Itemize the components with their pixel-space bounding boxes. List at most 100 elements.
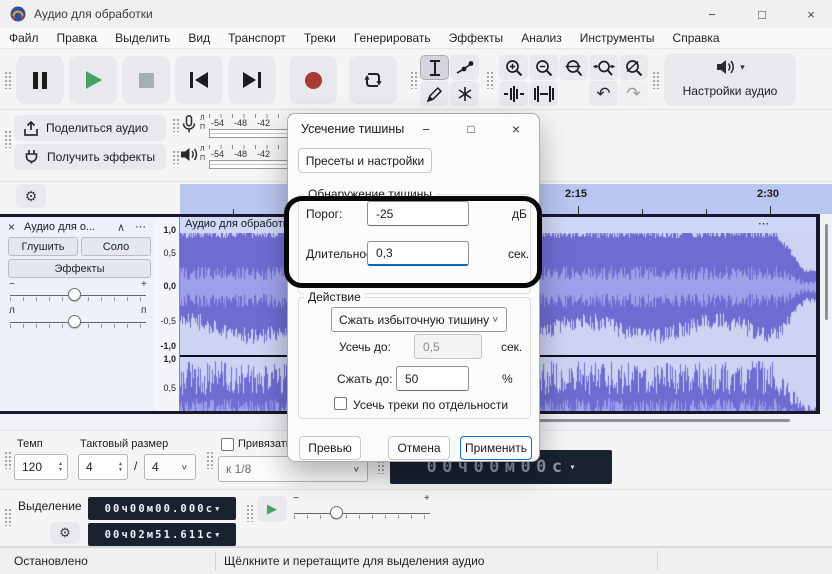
preview-button[interactable]: Превью (299, 436, 361, 460)
fit-selection-button[interactable] (559, 55, 588, 80)
presets-settings-button[interactable]: Пресеты и настройки (298, 148, 432, 173)
transport-grip[interactable] (4, 71, 12, 89)
skip-start-icon (190, 72, 208, 88)
track-panel-title[interactable]: Аудио для о... (24, 221, 95, 233)
spin-down-icon[interactable]: ▼ (58, 467, 63, 473)
independent-tracks-checkbox[interactable] (334, 397, 347, 410)
menu-edit[interactable]: Правка (48, 31, 107, 45)
dropdown-icon[interactable]: ▼ (215, 531, 219, 539)
plug-icon (25, 150, 38, 164)
caret-down-icon[interactable]: ▾ (570, 462, 576, 473)
clip-menu-icon[interactable]: ⋯ (758, 217, 770, 230)
tools-grip[interactable] (410, 71, 418, 89)
pan-slider-thumb[interactable] (68, 315, 81, 328)
snap-checkbox[interactable] (221, 438, 234, 451)
speed-slider-track[interactable] (294, 513, 430, 514)
gain-slider-thumb[interactable] (68, 288, 81, 301)
audio-setup-grip[interactable] (652, 71, 660, 89)
envelope-tool-button[interactable] (450, 55, 479, 80)
track-close-icon[interactable]: × (8, 220, 15, 234)
play-at-speed-grip[interactable] (246, 504, 254, 522)
selection-label: Выделение (18, 499, 82, 513)
menu-bar: Файл Правка Выделить Вид Транспорт Треки… (0, 28, 832, 49)
spin-down-icon[interactable]: ▼ (118, 467, 123, 473)
menu-tracks[interactable]: Треки (295, 31, 345, 45)
dialog-maximize-button[interactable]: □ (453, 116, 489, 142)
compress-to-input[interactable]: 50 (396, 366, 469, 391)
selection-start-value[interactable]: 00ч00м00.000с (105, 503, 214, 515)
pencil-icon (426, 86, 442, 102)
zoom-toggle-button[interactable] (619, 55, 648, 80)
timeline-options-button[interactable]: ⚙ (16, 184, 46, 208)
play-button[interactable] (69, 56, 117, 104)
menu-select[interactable]: Выделить (106, 31, 179, 45)
share-audio-button[interactable]: Поделиться аудио (14, 115, 166, 141)
dialog-minimize-button[interactable]: − (408, 116, 444, 142)
clip-name[interactable]: Аудио для обработки (185, 218, 294, 230)
tempo-spinner[interactable]: 120 ▲ ▼ (14, 454, 68, 480)
action-dropdown[interactable]: Сжать избыточную тишину ∨ (331, 307, 507, 332)
zoom-out-button[interactable] (529, 55, 558, 80)
record-button[interactable] (289, 56, 337, 104)
selection-grip[interactable] (4, 508, 12, 526)
time-toolbar-grip[interactable] (4, 451, 12, 469)
track-collapse-icon[interactable]: ∧ (117, 221, 125, 234)
dialog-close-button[interactable]: × (498, 116, 534, 142)
trim-outside-selection-button[interactable] (499, 81, 528, 106)
solo-button[interactable]: Соло (81, 237, 151, 256)
mute-button[interactable]: Глушить (8, 237, 78, 256)
loop-button[interactable] (349, 56, 397, 104)
record-meter-grip[interactable] (172, 118, 180, 132)
selection-start-field[interactable]: 00ч00м00.000с ▼ (88, 497, 236, 520)
dropdown-icon[interactable]: ▼ (215, 505, 219, 513)
stop-button[interactable] (122, 56, 170, 104)
selection-end-value[interactable]: 00ч02м51.611с (105, 529, 214, 541)
play-meter-grip[interactable] (172, 150, 180, 164)
minimize-button[interactable]: − (695, 2, 729, 26)
get-effects-button[interactable]: Получить эффекты (14, 144, 166, 170)
tempo-value[interactable]: 120 (15, 460, 58, 474)
silence-selection-button[interactable] (529, 81, 558, 106)
menu-help[interactable]: Справка (664, 31, 729, 45)
close-button[interactable]: × (794, 2, 828, 26)
selection-end-field[interactable]: 00ч02м51.611с ▼ (88, 523, 236, 546)
track-effects-button[interactable]: Эффекты (8, 259, 151, 278)
beats-spinner[interactable]: 4 ▲ ▼ (78, 454, 128, 480)
menu-transport[interactable]: Транспорт (219, 31, 295, 45)
apply-button[interactable]: Применить (460, 436, 532, 460)
beats-value[interactable]: 4 (79, 460, 118, 474)
audio-setup-button[interactable]: ▾ Настройки аудио (664, 53, 796, 106)
play-at-speed-button[interactable]: ▶ (257, 496, 287, 522)
snap-value: к 1/8 (226, 462, 252, 476)
undo-button[interactable]: ↶ (589, 81, 618, 106)
selection-tool-button[interactable] (420, 55, 449, 80)
speed-minus-label: − (293, 493, 299, 504)
selection-options-button[interactable]: ⚙ (50, 522, 80, 544)
menu-file[interactable]: Файл (0, 31, 48, 45)
status-state: Остановлено (14, 554, 88, 568)
menu-effects[interactable]: Эффекты (440, 31, 513, 45)
truncate-to-unit: сек. (501, 340, 523, 354)
menu-analyze[interactable]: Анализ (512, 31, 571, 45)
skip-to-end-button[interactable] (228, 56, 276, 104)
track-menu-icon[interactable]: ⋯ (135, 220, 146, 233)
fit-project-button[interactable] (589, 55, 618, 80)
multi-tool-button[interactable] (450, 81, 479, 106)
pause-button[interactable] (16, 56, 64, 104)
redo-button[interactable]: ↷ (619, 81, 648, 106)
speed-slider-thumb[interactable] (330, 506, 343, 519)
silence-icon (533, 85, 554, 102)
menu-generate[interactable]: Генерировать (345, 31, 440, 45)
cancel-button[interactable]: Отмена (388, 436, 450, 460)
skip-to-start-button[interactable] (175, 56, 223, 104)
draw-tool-button[interactable] (420, 81, 449, 106)
menu-view[interactable]: Вид (179, 31, 219, 45)
beat-unit-dropdown[interactable]: 4 ∨ (144, 454, 196, 480)
zoom-in-button[interactable] (499, 55, 528, 80)
menu-tools[interactable]: Инструменты (571, 31, 664, 45)
edit-grip[interactable] (486, 71, 494, 89)
share-grip[interactable] (4, 130, 12, 148)
vertical-scrollbar[interactable] (825, 224, 828, 320)
snap-grip[interactable] (206, 451, 214, 469)
maximize-button[interactable]: □ (745, 2, 779, 26)
